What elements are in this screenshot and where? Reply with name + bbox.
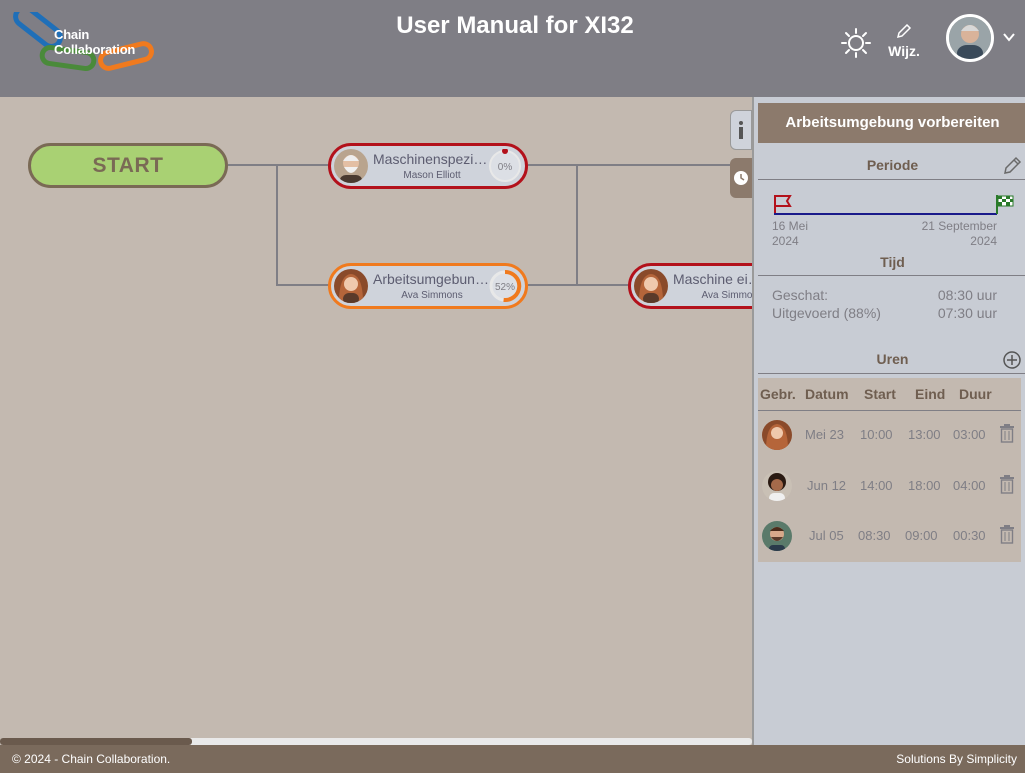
table-row[interactable]: Jul 05 08:30 09:00 00:30 [758, 519, 1021, 553]
task-detail-panel: Arbeitsumgebung vorbereiten Periode 16 M… [752, 97, 1025, 745]
progress-ring: 52% [488, 269, 522, 303]
col-header: Start [864, 386, 896, 402]
finish-flag-icon [996, 195, 1014, 214]
hours-table: Gebr. Datum Start Eind Duur Mei 23 10:00… [758, 378, 1021, 562]
plus-circle-icon[interactable] [1002, 350, 1022, 370]
task-node[interactable]: Maschinenspezi… Mason Elliott 0% [328, 143, 528, 189]
app-header: Chain Collaboration User Manual for XI32… [0, 0, 1025, 97]
start-flag-icon [774, 195, 792, 214]
period-end-day: 21 September [921, 219, 997, 233]
connector [276, 164, 278, 286]
chevron-down-icon[interactable] [1002, 30, 1016, 44]
avatar [334, 149, 368, 183]
scrollbar-thumb[interactable] [0, 738, 192, 745]
periode-title: Periode [866, 157, 919, 173]
task-assignee: Mason Elliott [403, 170, 461, 181]
row-end: 09:00 [905, 528, 938, 543]
task-name: Maschinenspezi… [373, 151, 488, 167]
estimated-label: Geschat: [772, 287, 829, 303]
table-row[interactable]: Jun 12 14:00 18:00 04:00 [758, 469, 1021, 503]
period-end-year: 2024 [970, 234, 997, 248]
pencil-icon[interactable] [1002, 156, 1022, 176]
edit-button-label: Wijz. [888, 43, 920, 59]
avatar [334, 269, 368, 303]
panel-title: Arbeitsumgebung vorbereiten [758, 103, 1025, 143]
avatar-portrait [949, 17, 991, 59]
row-end: 18:00 [908, 478, 941, 493]
task-name: Arbeitsumgebun… [373, 271, 489, 287]
progress-text: 0% [498, 162, 513, 173]
table-row[interactable]: Mei 23 10:00 13:00 03:00 [758, 418, 1021, 452]
uren-title: Uren [876, 351, 909, 367]
app-footer: © 2024 - Chain Collaboration. Solutions … [0, 745, 1025, 773]
trash-icon[interactable] [998, 423, 1016, 443]
time-tab[interactable] [730, 158, 752, 198]
row-date: Jun 12 [807, 478, 847, 493]
row-start: 08:30 [858, 528, 891, 543]
info-icon [739, 121, 743, 139]
col-header: Duur [959, 386, 992, 402]
row-start: 10:00 [860, 427, 893, 442]
period-start-year: 2024 [772, 234, 799, 248]
sun-icon[interactable] [840, 27, 872, 59]
connector [528, 164, 752, 166]
pencil-icon [896, 23, 912, 39]
divider [758, 373, 1025, 374]
task-assignee: Ava Simmo… [701, 290, 752, 301]
horizontal-scrollbar[interactable] [0, 738, 752, 745]
row-date: Jul 05 [809, 528, 844, 543]
connector [276, 284, 330, 286]
row-date: Mei 23 [805, 427, 845, 442]
edit-button[interactable]: Wijz. [884, 23, 924, 60]
user-avatar[interactable] [946, 14, 994, 62]
progress-text: 52% [495, 282, 515, 293]
logo-text: Chain Collaboration [54, 27, 136, 57]
estimated-value: 08:30 uur [937, 287, 997, 303]
row-duration: 00:30 [953, 528, 986, 543]
clock-icon [734, 171, 748, 185]
chain-collaboration-logo[interactable]: Chain Collaboration [10, 5, 160, 76]
row-duration: 03:00 [953, 427, 986, 442]
row-end: 13:00 [908, 427, 941, 442]
connector [576, 164, 578, 286]
tagline-text: Solutions By Simplicity [896, 752, 1017, 766]
connector [528, 284, 630, 286]
workflow-canvas[interactable]: START Maschinenspezi… Mason Elliott 0% A… [0, 97, 752, 745]
divider [758, 275, 1025, 276]
row-duration: 04:00 [953, 478, 986, 493]
avatar [634, 269, 668, 303]
row-start: 14:00 [860, 478, 893, 493]
done-value: 07:30 uur [937, 305, 997, 321]
task-assignee: Ava Simmons [401, 290, 463, 301]
connector [228, 164, 330, 166]
trash-icon[interactable] [998, 474, 1016, 494]
col-header: Eind [915, 386, 946, 402]
trash-icon[interactable] [998, 524, 1016, 544]
avatar [762, 521, 792, 551]
col-header: Datum [805, 386, 849, 402]
info-tab[interactable] [730, 110, 752, 150]
avatar [762, 471, 792, 501]
task-node[interactable]: Arbeitsumgebun… Ava Simmons 52% [328, 263, 528, 309]
period-bar [774, 213, 997, 215]
start-node[interactable]: START [28, 143, 228, 188]
task-node[interactable]: Maschine ei… Ava Simmo… [628, 263, 752, 309]
divider [758, 410, 1021, 411]
divider [758, 179, 1025, 180]
task-name: Maschine ei… [673, 271, 752, 287]
avatar [762, 420, 792, 450]
col-header: Gebr. [760, 386, 796, 402]
progress-ring: 0% [488, 148, 522, 183]
page-title: User Manual for XI32 [396, 12, 634, 39]
copyright-text: © 2024 - Chain Collaboration. [12, 752, 171, 766]
period-start-day: 16 Mei [772, 219, 809, 233]
done-label: Uitgevoerd (88%) [772, 305, 881, 321]
tijd-title: Tijd [880, 254, 905, 270]
